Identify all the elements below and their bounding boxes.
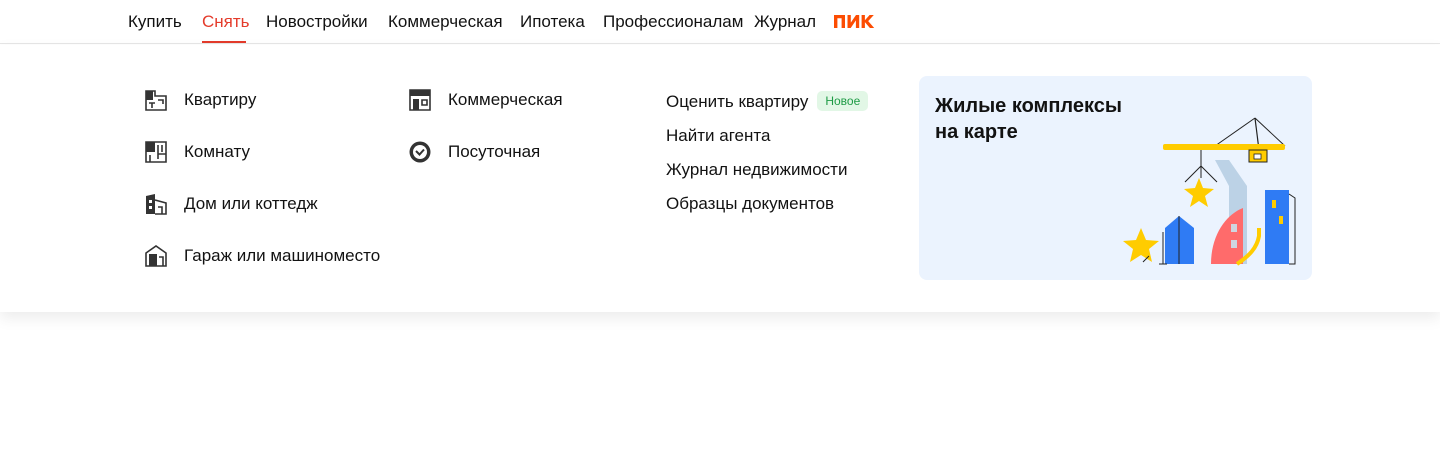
link-evaluate-apartment[interactable]: Оценить квартиру Новое [666,91,869,112]
commercial-icon [409,89,431,111]
menu-item-apartment[interactable]: Квартиру [144,87,256,113]
garage-icon [145,245,167,267]
construction-crane-illustration [1123,117,1296,266]
menu-item-label: Гараж или машиноместо [184,246,381,265]
rent-dropdown-panel: Квартиру Комнату Дом или коттедж Гараж и… [0,45,1440,312]
promo-card-complexes-map[interactable]: Жилые комплексы на карте [919,76,1312,280]
menu-item-room[interactable]: Комнату [144,139,250,165]
nav-item-rent[interactable]: Снять [202,12,250,32]
link-realty-journal[interactable]: Журнал недвижимости [666,160,847,180]
menu-item-label: Посуточная [448,142,541,161]
new-badge: Новое [817,91,869,111]
menu-item-daily[interactable]: Посуточная [408,139,540,165]
top-navigation: Купить Снять Новостройки Коммерческая Ип… [0,0,1440,44]
pik-logo[interactable] [833,13,875,29]
nav-item-commercial[interactable]: Коммерческая [388,12,503,32]
menu-item-label: Коммерческая [448,90,563,109]
house-icon [146,194,167,215]
link-document-samples[interactable]: Образцы документов [666,194,834,214]
menu-item-label: Квартиру [184,90,257,109]
apartment-icon [145,90,167,111]
active-tab-underline [202,41,246,43]
menu-item-garage[interactable]: Гараж или машиноместо [144,243,380,269]
nav-item-professionals[interactable]: Профессионалам [603,12,743,32]
promo-title: Жилые комплексы на карте [935,95,1122,143]
nav-item-journal[interactable]: Журнал [754,12,816,32]
daily-clock-icon [409,141,431,163]
nav-item-buy[interactable]: Купить [128,12,182,32]
menu-item-commercial[interactable]: Коммерческая [408,87,563,113]
nav-item-mortgage[interactable]: Ипотека [520,12,585,32]
menu-item-label: Комнату [184,142,250,161]
menu-item-label: Дом или коттедж [184,194,318,213]
menu-item-house[interactable]: Дом или коттедж [144,191,318,217]
link-find-agent[interactable]: Найти агента [666,126,770,146]
link-label: Оценить квартиру [666,92,809,111]
room-icon [145,141,167,163]
nav-item-new-buildings[interactable]: Новостройки [266,12,368,32]
